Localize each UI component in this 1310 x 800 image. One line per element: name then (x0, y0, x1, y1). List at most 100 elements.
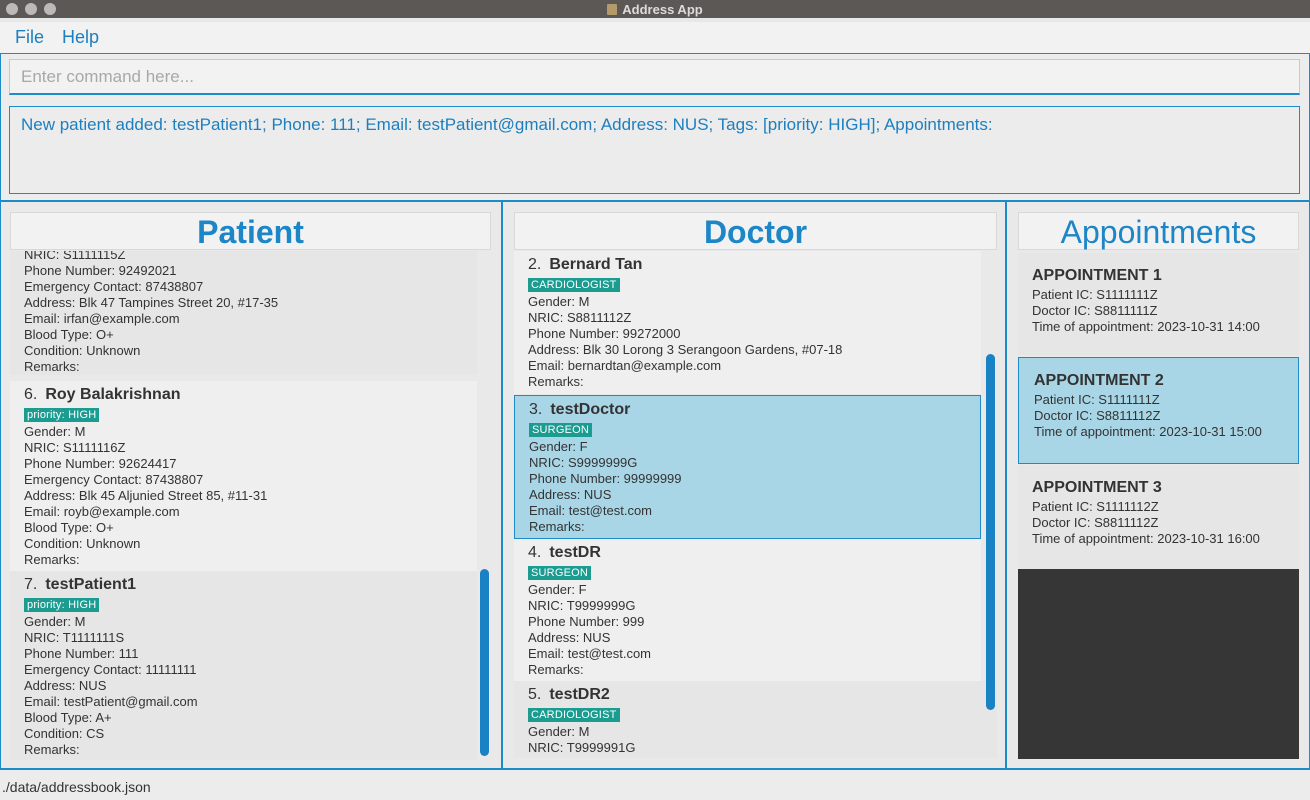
doctor-field: Phone Number: 999 (528, 614, 645, 629)
minimize-window-button[interactable] (25, 3, 37, 15)
specialty-tag: CARDIOLOGIST (528, 708, 620, 722)
doctor-card[interactable]: 5. testDR2 CARDIOLOGIST Gender: M NRIC: T… (514, 681, 997, 758)
app-icon (607, 3, 618, 15)
patient-field: Phone Number: 92624417 (24, 456, 177, 471)
doctor-panel: Doctor 2. Bernard Tan CARDIOLOGIST Gender… (503, 202, 1007, 768)
appointment-field: Doctor IC: S8811112Z (1034, 408, 1161, 423)
patient-field: Condition: CS (24, 726, 105, 741)
specialty-tag: SURGEON (529, 423, 593, 437)
doctor-name: testDoctor (550, 401, 631, 418)
patient-field: Emergency Contact: 87438807 (24, 472, 204, 487)
patient-field: Remarks: (24, 552, 80, 567)
appointment-field: Time of appointment: 2023-10-31 16:00 (1032, 531, 1260, 546)
menu-help[interactable]: Help (62, 27, 99, 48)
card-index: 3. (529, 401, 543, 418)
close-window-button[interactable] (6, 3, 18, 15)
card-index: 7. (24, 576, 38, 593)
appointment-list-empty-area (1018, 569, 1299, 759)
doctor-name: Bernard Tan (549, 256, 643, 273)
appointment-title: APPOINTMENT 2 (1034, 372, 1164, 389)
doctor-field: Address: NUS (529, 487, 612, 502)
specialty-tag: CARDIOLOGIST (528, 278, 620, 292)
doctor-field: NRIC: T9999991G (528, 740, 636, 755)
patient-field: Condition: Unknown (24, 343, 141, 358)
patient-name: testPatient1 (45, 576, 137, 593)
result-display-container: New patient added: testPatient1; Phone: … (0, 102, 1310, 200)
patient-field: NRIC: S1111116Z (24, 440, 126, 455)
doctor-scrollbar-thumb[interactable] (986, 354, 995, 710)
doctor-field: NRIC: S9999999G (529, 455, 638, 470)
appointment-panel: Appointments APPOINTMENT 1 Patient IC: S… (1007, 202, 1309, 768)
appointment-field: Patient IC: S1111111Z (1032, 287, 1158, 302)
priority-tag: priority: HIGH (24, 598, 100, 612)
doctor-field: NRIC: S8811112Z (528, 310, 632, 325)
patient-card[interactable]: 7. testPatient1 priority: HIGH Gender: M … (10, 571, 477, 760)
patient-scrollbar-thumb[interactable] (480, 569, 489, 756)
patient-panel-title: Patient (10, 212, 491, 250)
patient-field: Gender: M (24, 614, 86, 629)
appointment-field: Doctor IC: S8811111Z (1032, 303, 1158, 318)
appointment-field: Doctor IC: S8811112Z (1032, 515, 1159, 530)
specialty-tag: SURGEON (528, 566, 592, 580)
patient-name: Roy Balakrishnan (45, 386, 181, 403)
patient-field: NRIC: S1111115Z (24, 251, 126, 262)
menu-bar: File Help (0, 22, 1310, 54)
doctor-field: Remarks: (529, 519, 585, 534)
card-index: 5. (528, 686, 542, 703)
card-index: 4. (528, 544, 542, 561)
appointment-card[interactable]: APPOINTMENT 1 Patient IC: S1111111Z Doct… (1018, 253, 1299, 355)
patient-field: Address: Blk 47 Tampines Street 20, #17-… (24, 295, 279, 310)
doctor-field: NRIC: T9999999G (528, 598, 636, 613)
priority-tag: priority: HIGH (24, 408, 100, 422)
patient-field: Remarks: (24, 359, 80, 374)
doctor-card-selected[interactable]: 3. testDoctor SURGEON Gender: F NRIC: S99… (514, 395, 981, 539)
window-controls (6, 3, 56, 15)
doctor-field: Address: NUS (528, 630, 611, 645)
doctor-list[interactable]: 2. Bernard Tan CARDIOLOGIST Gender: M NRI… (514, 251, 997, 758)
patient-field: Email: testPatient@gmail.com (24, 694, 198, 709)
patient-field: Gender: M (24, 424, 86, 439)
patient-field: Emergency Contact: 87438807 (24, 279, 204, 294)
doctor-field: Remarks: (528, 662, 584, 677)
patient-field: Phone Number: 92492021 (24, 263, 177, 278)
doctor-field: Remarks: (528, 374, 584, 389)
patient-field: Remarks: (24, 742, 80, 757)
patient-field: Blood Type: O+ (24, 327, 114, 342)
doctor-field: Gender: F (528, 582, 587, 597)
doctor-field: Gender: F (529, 439, 588, 454)
patient-field: NRIC: T1111111S (24, 630, 125, 645)
doctor-field: Email: bernardtan@example.com (528, 358, 722, 373)
zoom-window-button[interactable] (44, 3, 56, 15)
doctor-field: Address: Blk 30 Lorong 3 Serangoon Garde… (528, 342, 843, 357)
title-bar: Address App (0, 0, 1310, 18)
appointment-field: Time of appointment: 2023-10-31 15:00 (1034, 424, 1262, 439)
doctor-name: testDR (549, 544, 601, 561)
appointment-card-selected[interactable]: APPOINTMENT 2 Patient IC: S1111111Z Doct… (1018, 357, 1299, 464)
patient-card[interactable]: 6. Roy Balakrishnan priority: HIGH Gender… (10, 381, 477, 571)
doctor-name: testDR2 (549, 686, 610, 703)
doctor-card[interactable]: 4. testDR SURGEON Gender: F NRIC: T999999… (514, 539, 981, 681)
patient-field: Blood Type: O+ (24, 520, 114, 535)
appointment-panel-title: Appointments (1018, 212, 1299, 250)
window-title-text: Address App (622, 1, 703, 17)
patient-card[interactable]: NRIC: S1111115Z Phone Number: 92492021 E… (10, 251, 477, 375)
doctor-card[interactable]: 2. Bernard Tan CARDIOLOGIST Gender: M NRI… (514, 251, 981, 394)
doctor-field: Gender: M (528, 294, 590, 309)
doctor-panel-title: Doctor (514, 212, 997, 250)
appointment-field: Patient IC: S1111112Z (1032, 499, 1159, 514)
doctor-field: Phone Number: 99272000 (528, 326, 681, 341)
patient-field: Address: Blk 45 Aljunied Street 85, #11-… (24, 488, 268, 503)
patient-field: Condition: Unknown (24, 536, 141, 551)
card-index: 2. (528, 256, 542, 273)
menu-file[interactable]: File (15, 27, 44, 48)
main-panels: Patient NRIC: S1111115Z Phone Number: 92… (0, 200, 1310, 770)
command-input[interactable] (9, 59, 1300, 95)
patient-list[interactable]: NRIC: S1111115Z Phone Number: 92492021 E… (10, 251, 491, 760)
patient-field: Address: NUS (24, 678, 107, 693)
appointment-field: Time of appointment: 2023-10-31 14:00 (1032, 319, 1260, 334)
patient-field: Blood Type: A+ (24, 710, 112, 725)
patient-panel: Patient NRIC: S1111115Z Phone Number: 92… (1, 202, 503, 768)
doctor-field: Phone Number: 99999999 (529, 471, 682, 486)
patient-field: Email: irfan@example.com (24, 311, 180, 326)
appointment-card[interactable]: APPOINTMENT 3 Patient IC: S1111112Z Doct… (1018, 465, 1299, 569)
